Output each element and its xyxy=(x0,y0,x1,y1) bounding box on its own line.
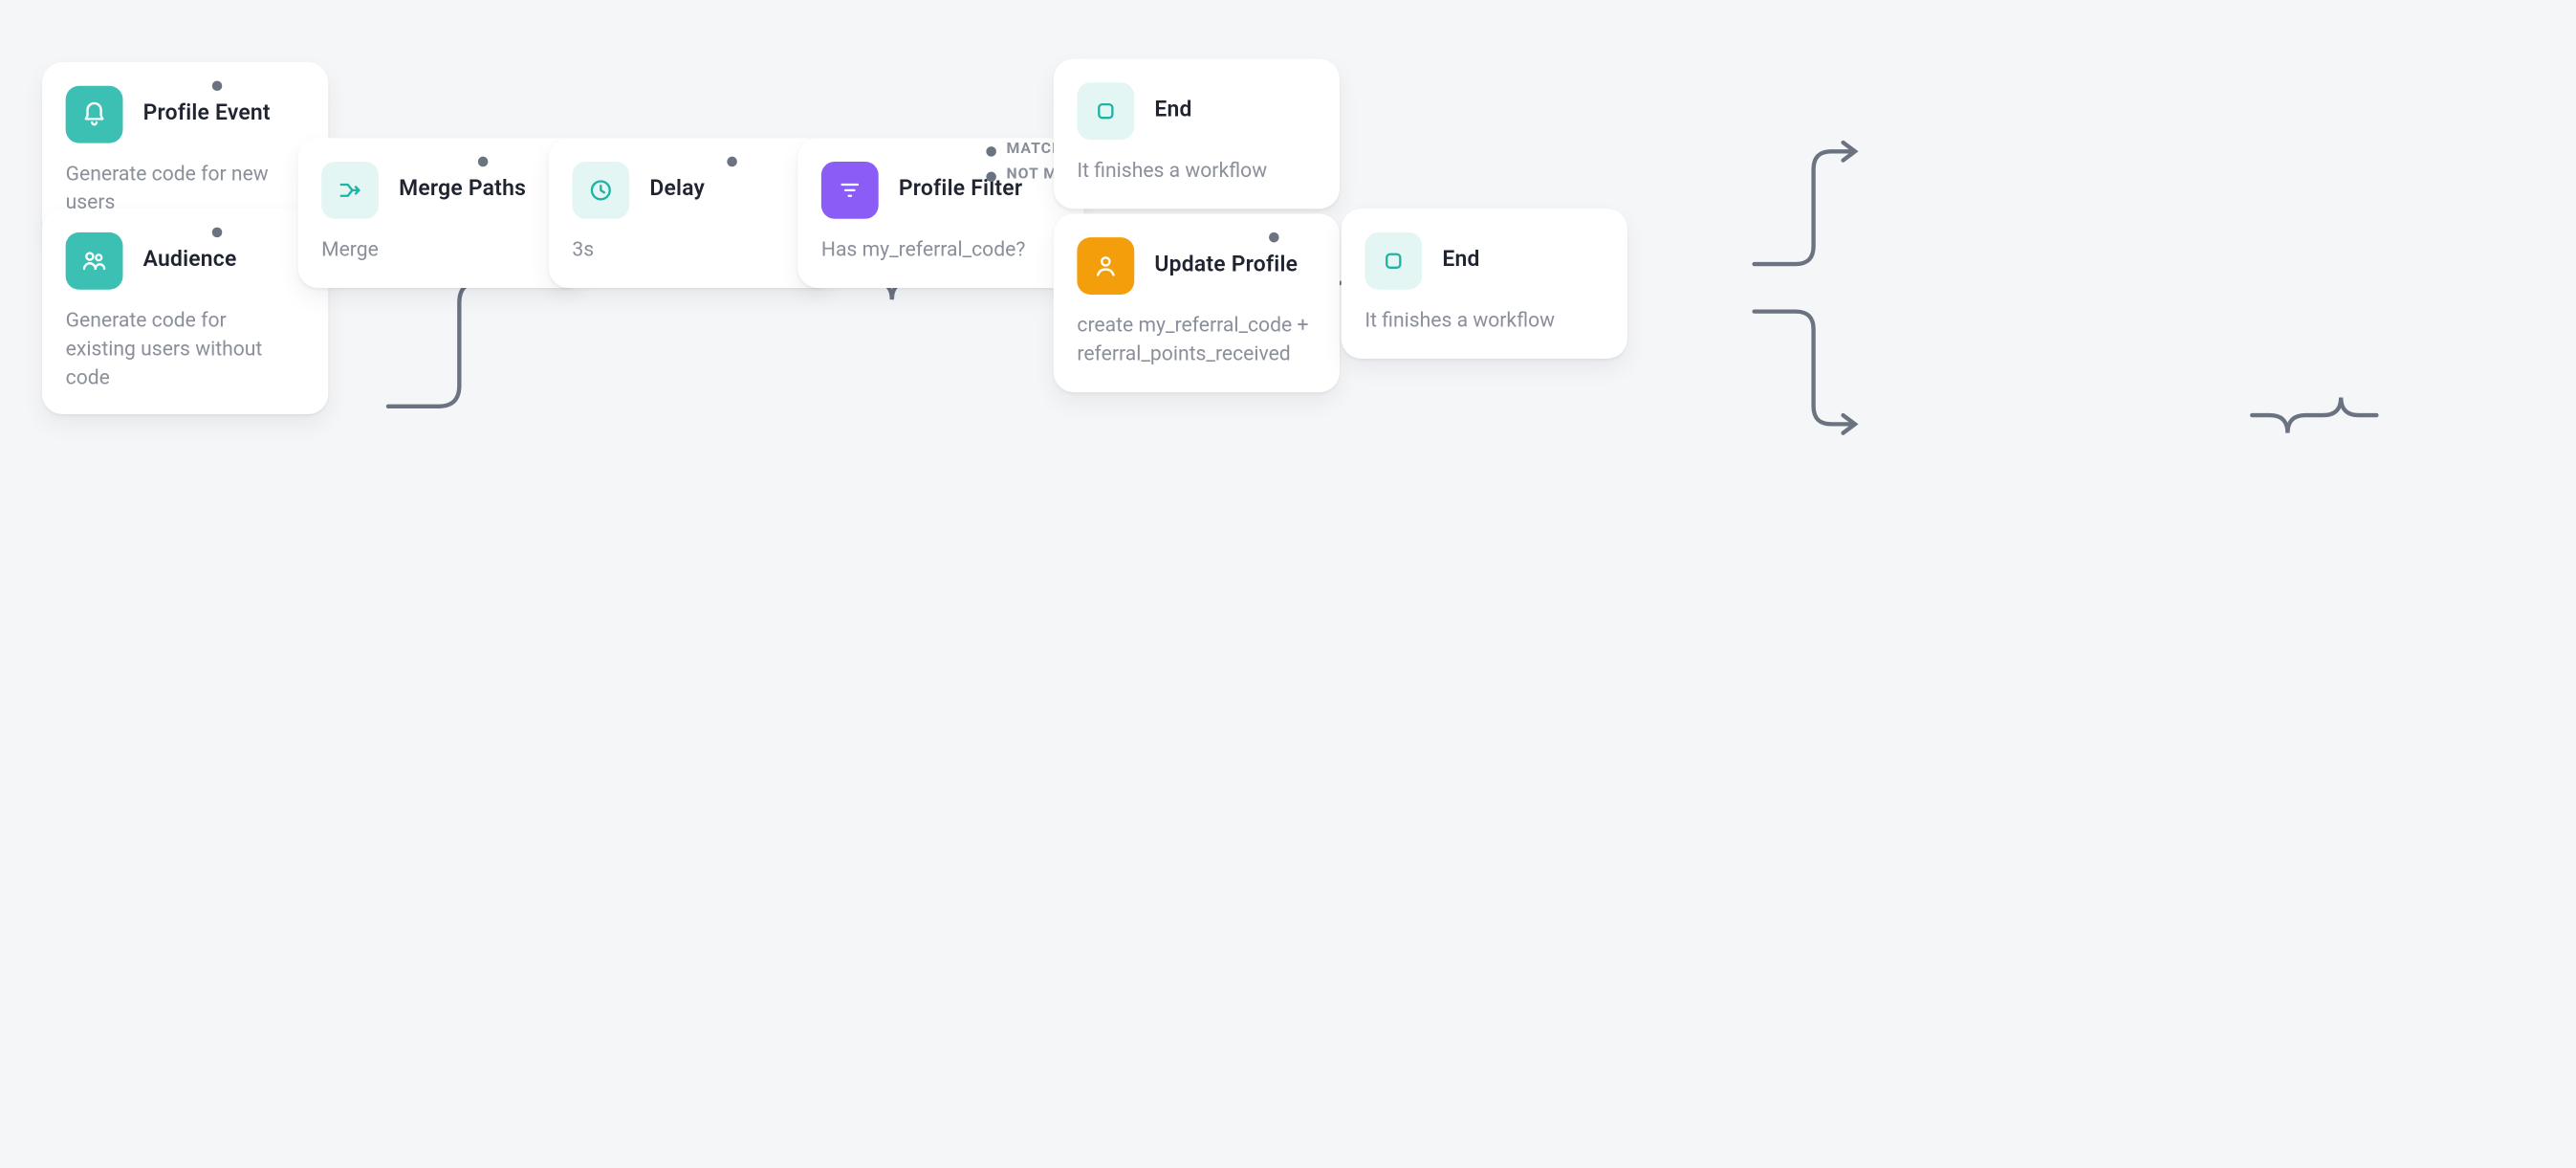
out-port[interactable] xyxy=(212,228,223,238)
merge-icon xyxy=(321,162,379,219)
clock-icon xyxy=(572,162,629,219)
node-audience[interactable]: Audience Generate code for existing user… xyxy=(42,209,328,414)
node-subtitle: Has my_referral_code? xyxy=(821,235,1057,264)
node-merge-paths[interactable]: Merge Paths Merge xyxy=(298,138,584,287)
node-title: Delay xyxy=(649,177,705,203)
node-end[interactable]: End It finishes a workflow xyxy=(1054,59,1340,209)
node-subtitle: It finishes a workflow xyxy=(1364,306,1600,335)
node-subtitle: It finishes a workflow xyxy=(1077,157,1312,186)
node-title: Audience xyxy=(143,248,237,274)
update-icon xyxy=(1077,237,1134,295)
node-delay[interactable]: Delay 3s xyxy=(549,138,835,287)
workflow-canvas: Profile Event Generate code for new user… xyxy=(0,0,2576,1168)
stop-icon xyxy=(1364,232,1422,290)
filter-icon xyxy=(821,162,879,219)
node-subtitle: Generate code for existing users without… xyxy=(66,306,301,391)
out-port[interactable] xyxy=(212,80,223,91)
node-title: End xyxy=(1442,248,1479,274)
node-title: Profile Filter xyxy=(899,177,1022,203)
node-end[interactable]: End It finishes a workflow xyxy=(1342,209,1627,358)
node-profile-filter[interactable]: Profile Filter Has my_referral_code? xyxy=(797,138,1083,287)
node-title: Update Profile xyxy=(1154,253,1298,278)
node-update-profile[interactable]: Update Profile create my_referral_code +… xyxy=(1054,214,1340,392)
node-subtitle: Merge xyxy=(321,235,557,264)
out-port[interactable] xyxy=(986,146,996,157)
stop-icon xyxy=(1077,82,1134,140)
users-icon xyxy=(66,232,123,290)
out-port[interactable] xyxy=(478,157,489,167)
node-title: End xyxy=(1154,98,1191,123)
out-port[interactable] xyxy=(986,172,996,183)
node-title: Profile Event xyxy=(143,101,271,127)
node-subtitle: 3s xyxy=(572,235,807,264)
out-port[interactable] xyxy=(1269,232,1279,243)
node-title: Merge Paths xyxy=(399,177,526,203)
node-subtitle: create my_referral_code + referral_point… xyxy=(1077,312,1312,368)
out-port[interactable] xyxy=(727,157,737,167)
bell-icon xyxy=(66,86,123,143)
